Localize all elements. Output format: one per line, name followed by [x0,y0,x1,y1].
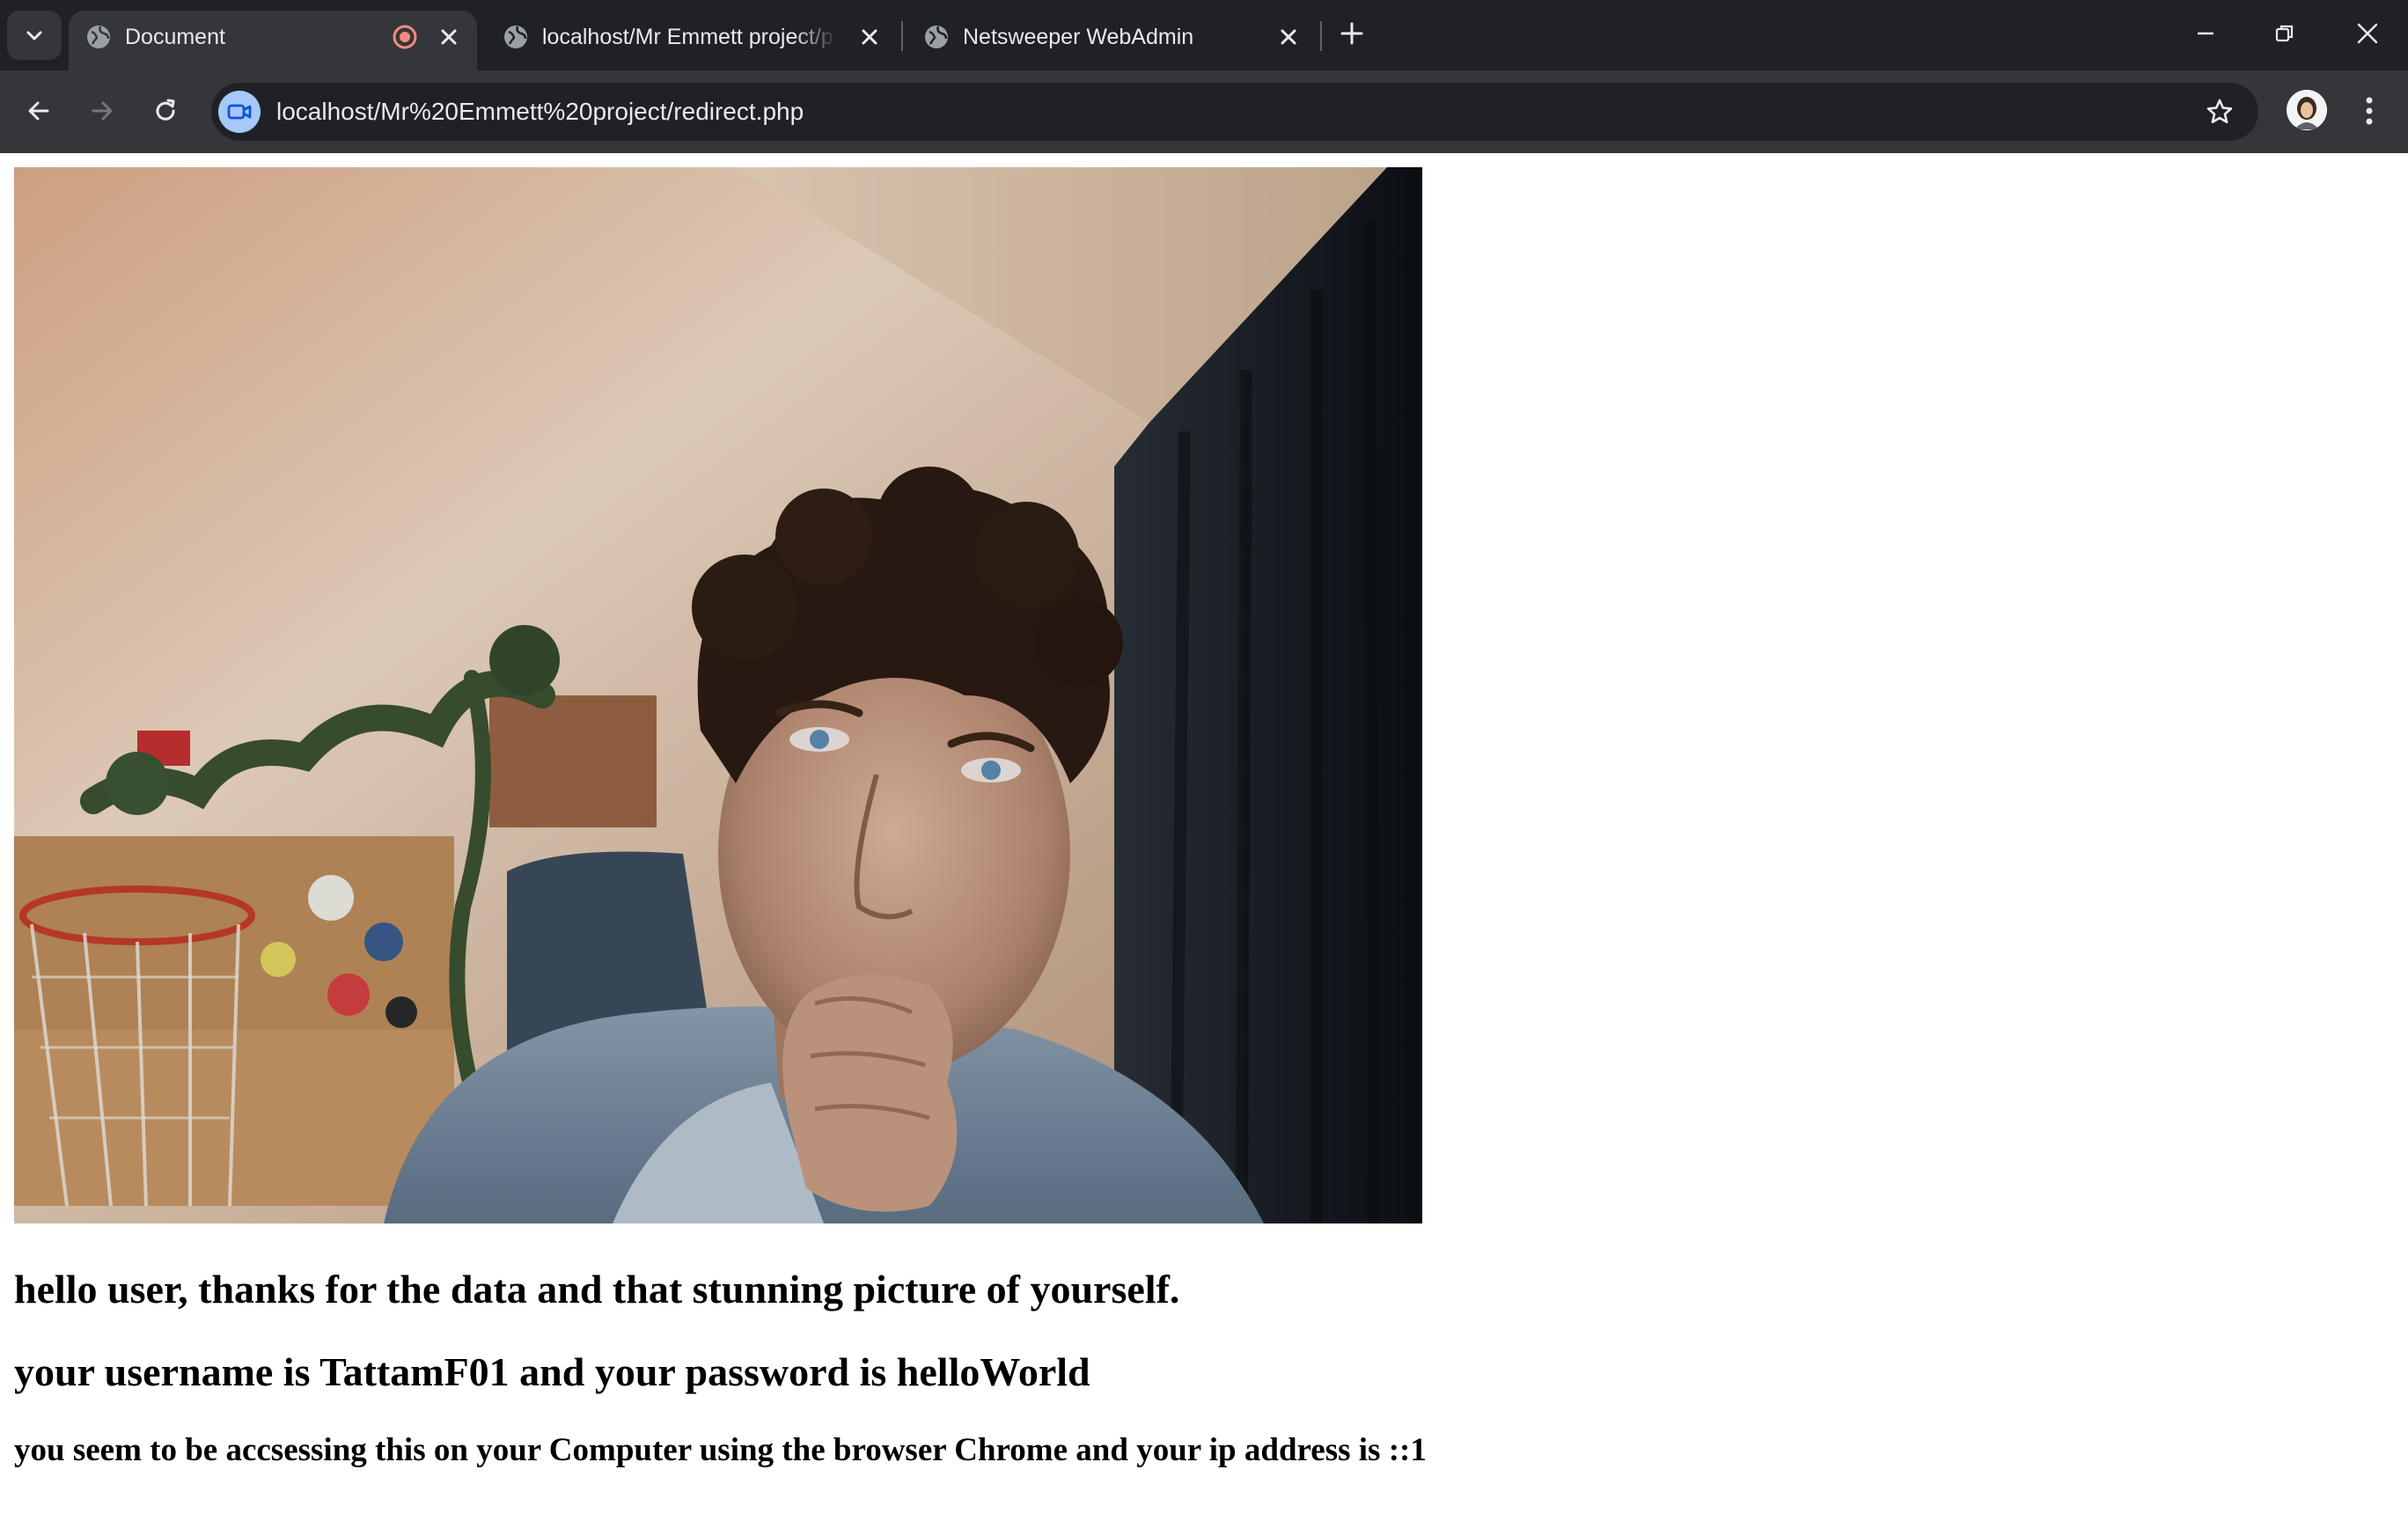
tab-separator [901,21,903,51]
url-text[interactable]: localhost/Mr%20Emmett%20project/redirect… [276,83,804,141]
reload-icon [156,99,175,121]
globe-icon [87,26,110,48]
device-info-message: you seem to be accsessing this on your C… [14,1432,1427,1468]
tab-title: localhost/Mr Emmett project/p [542,25,833,49]
tab-localhost[interactable]: localhost/Mr Emmett project/p [486,11,894,70]
close-tab-button[interactable] [855,23,884,51]
tab-separator [1320,21,1322,51]
tab-document[interactable]: Document [69,11,477,70]
tab-search-button[interactable] [7,11,62,60]
site-info-button[interactable] [218,91,261,133]
close-icon [2357,23,2378,44]
profile-avatar-icon [2287,91,2326,129]
globe-icon [504,26,527,48]
restore-button[interactable] [2267,16,2302,51]
menu-button[interactable] [2352,92,2387,130]
forward-icon [92,101,113,121]
minimize-icon [2198,32,2213,35]
back-icon [28,101,49,121]
greeting-message: hello user, thanks for the data and that… [14,1267,1180,1312]
page-content: hello user, thanks for the data and that… [0,153,2408,1521]
close-icon [862,29,877,45]
back-button[interactable] [18,90,60,132]
camera-icon [227,104,252,120]
star-icon [2206,99,2233,124]
close-icon [441,29,457,45]
tab-title: Netsweeper WebAdmin [963,25,1194,49]
restore-icon [2275,25,2294,42]
plus-icon [1340,22,1363,45]
tab-strip: Document localhost/Mr Emmett project/p N… [0,0,2408,70]
avatar[interactable] [2287,90,2327,130]
browser-toolbar: localhost/Mr%20Emmett%20project/redirect… [0,70,2408,153]
close-tab-button[interactable] [435,23,463,51]
webcam-photo [14,167,1422,1223]
tab-netsweeper[interactable]: Netsweeper WebAdmin [907,11,1315,70]
close-window-button[interactable] [2350,16,2385,51]
globe-icon [925,26,948,48]
minimize-button[interactable] [2188,16,2223,51]
credentials-message: your username is TattamF01 and your pass… [14,1349,1090,1394]
reload-button[interactable] [144,90,187,132]
close-icon [1281,29,1296,45]
forward-button[interactable] [81,90,123,132]
tab-title: Document [125,25,225,49]
kebab-menu-icon [2366,97,2373,125]
record-icon [393,25,417,49]
address-bar[interactable]: localhost/Mr%20Emmett%20project/redirect… [211,83,2258,141]
bookmark-button[interactable] [2204,96,2235,128]
chevron-down-icon [26,31,42,40]
new-tab-button[interactable] [1336,18,1368,49]
close-tab-button[interactable] [1274,23,1303,51]
